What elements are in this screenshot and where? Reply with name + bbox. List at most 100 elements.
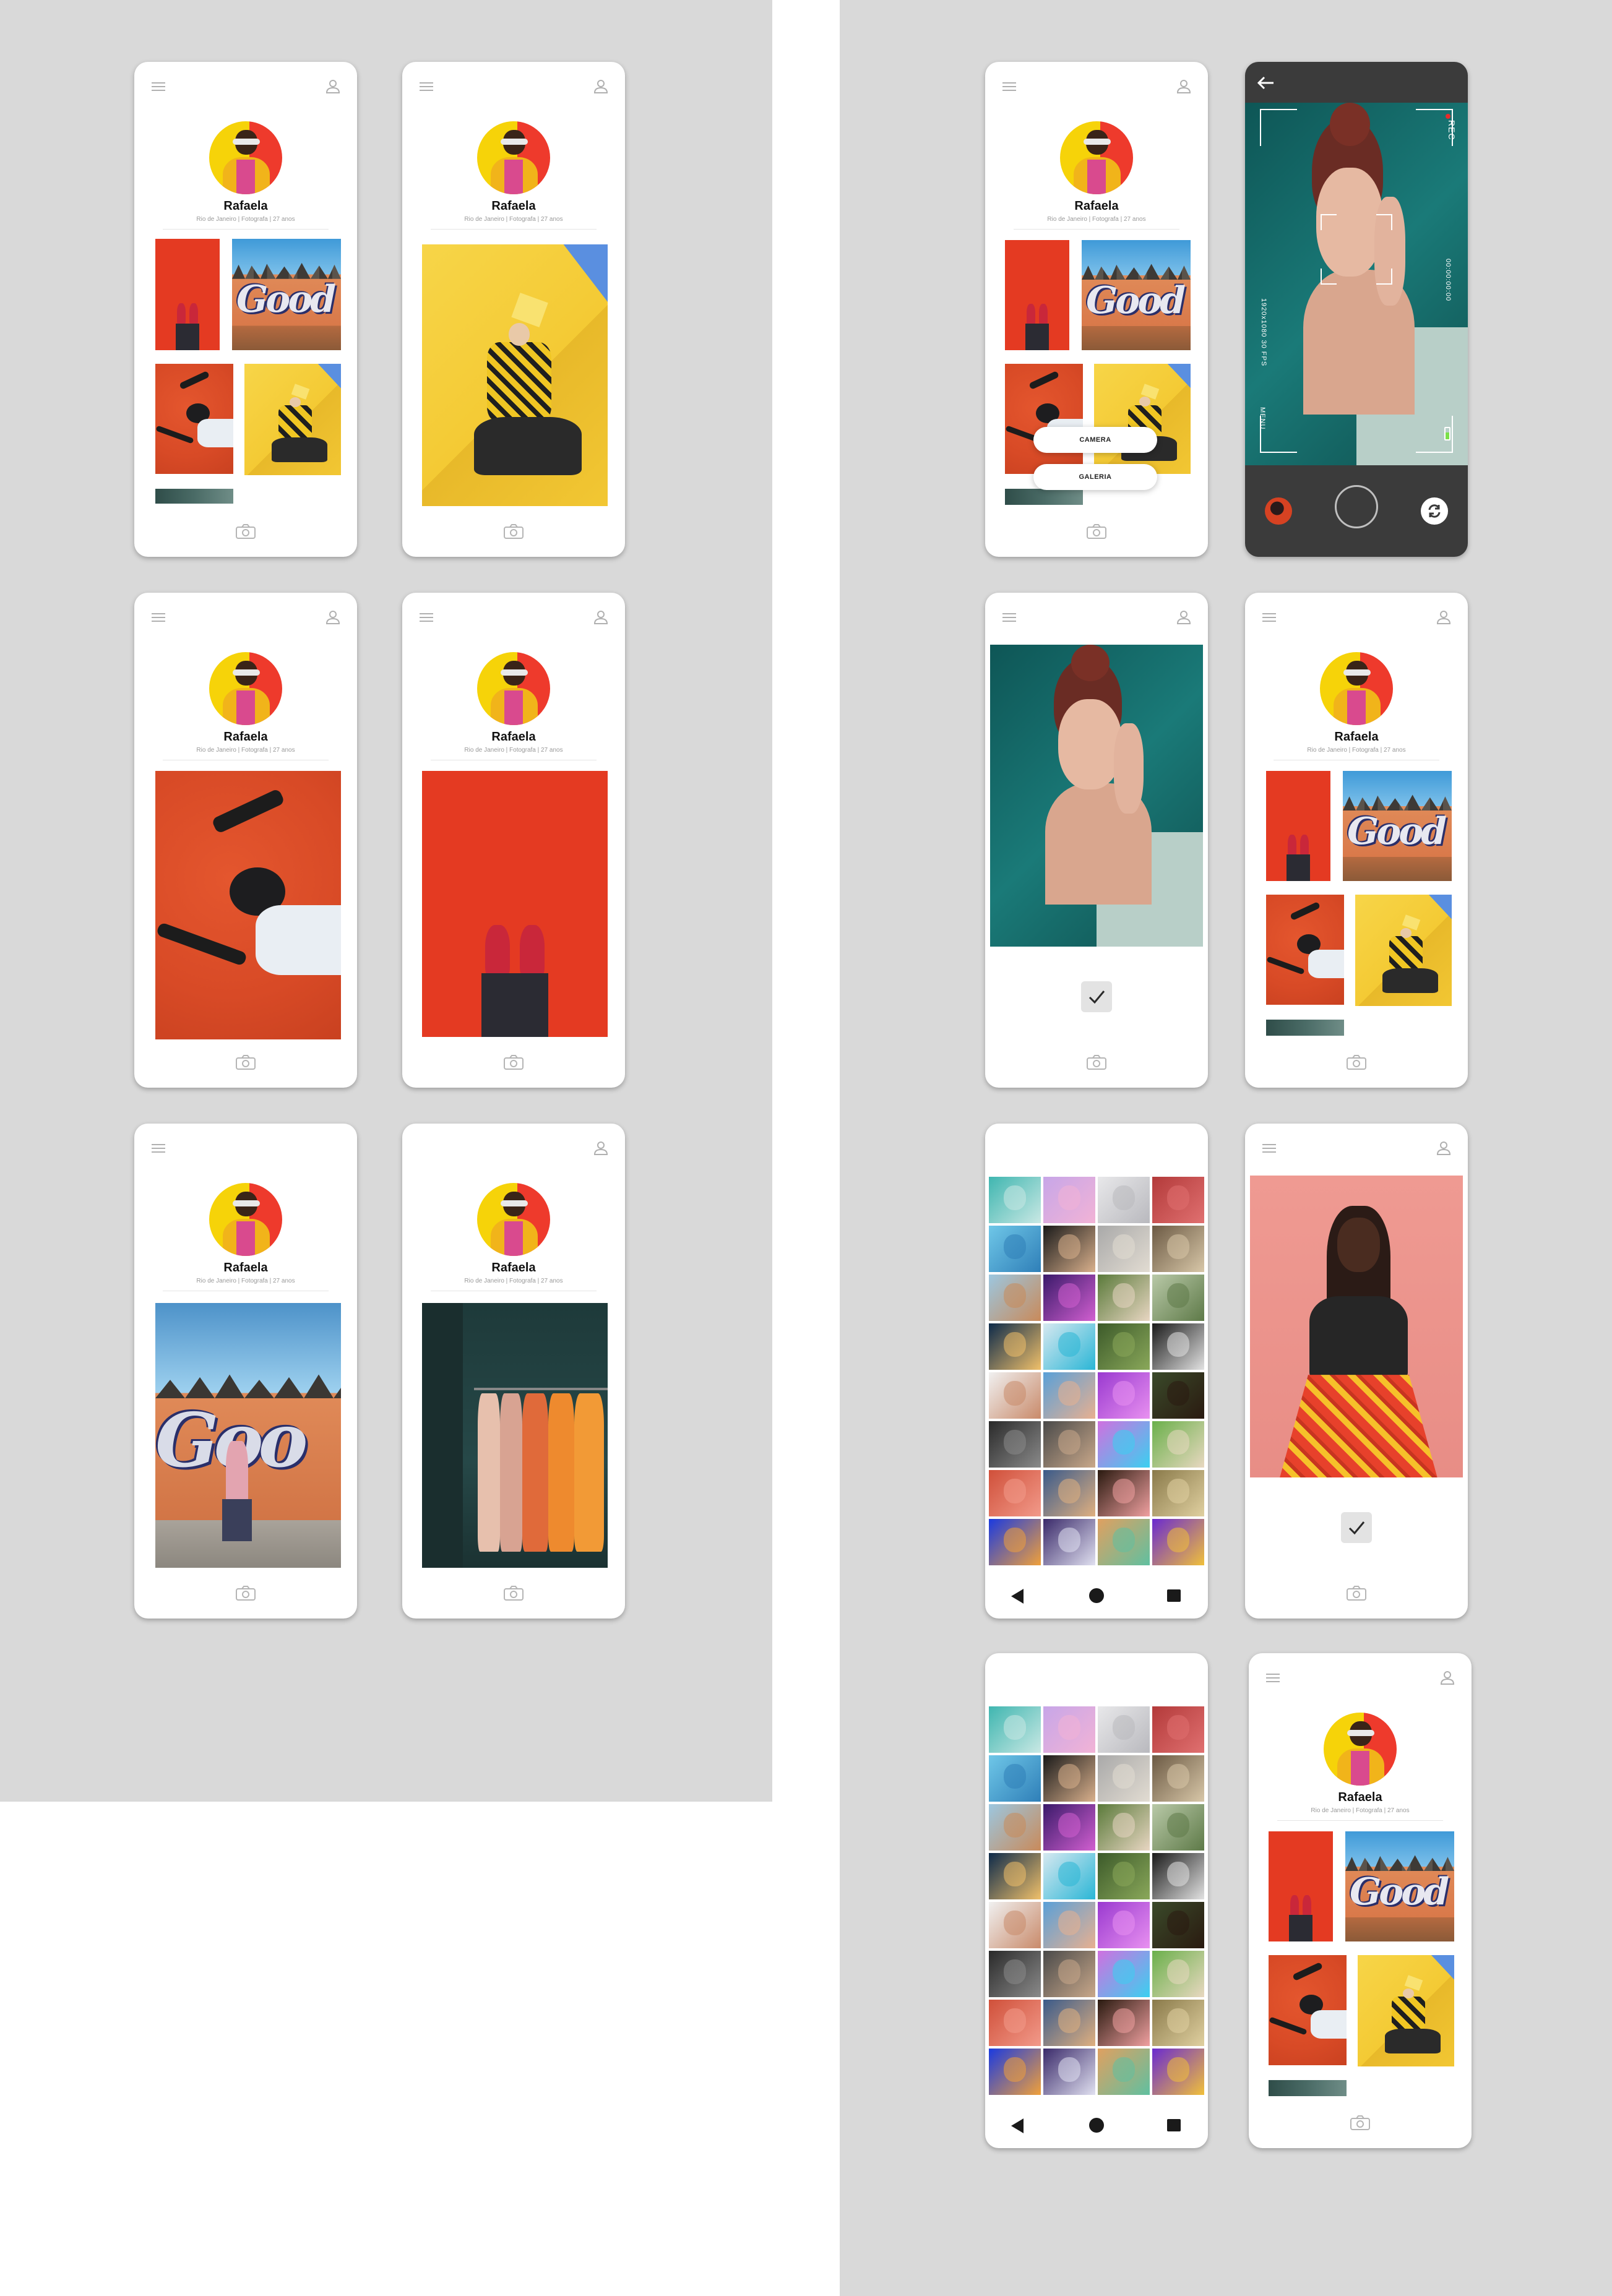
photo-red-wall-pose[interactable]	[155, 364, 233, 474]
camera-icon[interactable]	[1085, 522, 1108, 541]
photo-strip[interactable]	[1269, 2080, 1347, 2096]
gallery-thumbnail[interactable]	[1152, 1323, 1204, 1370]
gallery-thumbnail[interactable]	[1152, 1853, 1204, 1899]
gallery-thumbnail[interactable]	[989, 1706, 1041, 1753]
gallery-thumbnail[interactable]	[1265, 497, 1292, 525]
menu-icon[interactable]	[999, 609, 1020, 626]
confirm-check-button[interactable]	[1341, 1512, 1372, 1543]
gallery-thumbnail[interactable]	[1152, 1519, 1204, 1565]
camera-icon[interactable]	[1085, 1053, 1108, 1072]
gallery-thumbnail[interactable]	[989, 1372, 1041, 1419]
user-icon[interactable]	[322, 609, 343, 626]
menu-icon[interactable]	[1262, 1669, 1283, 1687]
photo-yellow-wall[interactable]	[244, 364, 341, 475]
photo-red-feet[interactable]	[1005, 240, 1069, 350]
photo-red-feet[interactable]	[1269, 1831, 1333, 1941]
gallery-thumbnail[interactable]	[1043, 1902, 1095, 1948]
gallery-thumbnail[interactable]	[989, 1421, 1041, 1468]
gallery-thumbnail[interactable]	[989, 1951, 1041, 1997]
gallery-thumbnail[interactable]	[989, 1853, 1041, 1899]
gallery-thumbnail[interactable]	[1043, 1470, 1095, 1516]
camera-icon[interactable]	[234, 1053, 257, 1072]
gallery-thumbnail[interactable]	[989, 1275, 1041, 1321]
photo-yellow-wall-full[interactable]	[422, 244, 608, 506]
gallery-thumbnail[interactable]	[989, 1519, 1041, 1565]
menu-icon[interactable]	[1259, 1140, 1280, 1157]
camera-icon[interactable]	[502, 1053, 525, 1072]
avatar[interactable]	[477, 652, 550, 725]
gallery-thumbnail[interactable]	[1098, 1323, 1150, 1370]
photo-red-feet[interactable]	[1266, 771, 1330, 881]
gallery-thumbnail[interactable]	[1152, 1902, 1204, 1948]
gallery-thumbnail[interactable]	[1152, 1372, 1204, 1419]
gallery-thumbnail[interactable]	[1152, 1470, 1204, 1516]
photo-red-wall-pose[interactable]	[1269, 1955, 1347, 2065]
shutter-button[interactable]	[1335, 485, 1378, 528]
gallery-thumbnail[interactable]	[1098, 1902, 1150, 1948]
gallery-thumbnail[interactable]	[1098, 1706, 1150, 1753]
gallery-thumbnail[interactable]	[1152, 2049, 1204, 2095]
camera-icon[interactable]	[1345, 1053, 1368, 1072]
avatar[interactable]	[477, 1183, 550, 1256]
gallery-thumbnail[interactable]	[1043, 1804, 1095, 1851]
user-icon[interactable]	[590, 1140, 611, 1157]
gallery-thumbnail[interactable]	[1098, 1804, 1150, 1851]
photo-red-wall-full[interactable]	[155, 771, 341, 1039]
camera-icon[interactable]	[234, 522, 257, 541]
nav-back-icon[interactable]	[1011, 2118, 1024, 2133]
gallery-thumbnail[interactable]	[1043, 1421, 1095, 1468]
gallery-thumbnail[interactable]	[1043, 1519, 1095, 1565]
gallery-thumbnail[interactable]	[1152, 1755, 1204, 1802]
gallery-thumbnail[interactable]	[1098, 1951, 1150, 1997]
avatar[interactable]	[209, 1183, 282, 1256]
avatar[interactable]	[209, 652, 282, 725]
gallery-thumbnail[interactable]	[1043, 1706, 1095, 1753]
camera-viewfinder[interactable]	[1245, 103, 1468, 465]
nav-back-icon[interactable]	[1011, 1589, 1024, 1604]
user-icon[interactable]	[1437, 1669, 1458, 1687]
user-icon[interactable]	[590, 609, 611, 626]
gallery-thumbnail[interactable]	[1098, 2049, 1150, 2095]
gallery-thumbnail[interactable]	[1152, 1177, 1204, 1223]
gallery-thumbnail[interactable]	[1098, 1853, 1150, 1899]
gallery-thumbnail[interactable]	[989, 1470, 1041, 1516]
confirm-check-button[interactable]	[1081, 981, 1112, 1012]
camera-icon[interactable]	[502, 1584, 525, 1602]
photo-good-graffiti[interactable]: Good	[1345, 1831, 1454, 1941]
avatar[interactable]	[477, 121, 550, 194]
avatar[interactable]	[1320, 652, 1393, 725]
gallery-thumbnail[interactable]	[1043, 1372, 1095, 1419]
gallery-thumbnail[interactable]	[1098, 1421, 1150, 1468]
user-icon[interactable]	[590, 78, 611, 95]
gallery-thumbnail[interactable]	[1152, 1275, 1204, 1321]
gallery-thumbnail[interactable]	[1098, 1372, 1150, 1419]
gallery-thumbnail[interactable]	[989, 1226, 1041, 1272]
nav-recent-icon[interactable]	[1167, 2119, 1181, 2131]
menu-icon[interactable]	[999, 78, 1020, 95]
photo-graffiti-full[interactable]: Goo	[155, 1303, 341, 1568]
gallery-thumbnail[interactable]	[1043, 1755, 1095, 1802]
menu-icon[interactable]	[416, 78, 437, 95]
gallery-thumbnail[interactable]	[1152, 1804, 1204, 1851]
gallery-thumbnail[interactable]	[1043, 2049, 1095, 2095]
menu-icon[interactable]	[1259, 609, 1280, 626]
photo-good-graffiti[interactable]: Good	[1343, 771, 1452, 881]
menu-icon[interactable]	[148, 609, 169, 626]
gallery-thumbnail[interactable]	[989, 2049, 1041, 2095]
camera-option-button[interactable]: CAMERA	[1033, 427, 1157, 453]
gallery-thumbnail[interactable]	[1152, 1226, 1204, 1272]
photo-good-graffiti[interactable]: Good	[232, 239, 341, 350]
gallery-thumbnail[interactable]	[989, 1323, 1041, 1370]
camera-icon[interactable]	[1348, 2113, 1372, 2132]
menu-icon[interactable]	[148, 78, 169, 95]
avatar[interactable]	[1060, 121, 1133, 194]
gallery-thumbnail[interactable]	[1098, 1755, 1150, 1802]
user-icon[interactable]	[1433, 1140, 1454, 1157]
gallery-thumbnail[interactable]	[989, 1804, 1041, 1851]
gallery-thumbnail[interactable]	[1152, 1951, 1204, 1997]
photo-red-wall-pose[interactable]	[1005, 364, 1083, 474]
gallery-option-button[interactable]: GALERIA	[1033, 464, 1157, 490]
gallery-thumbnail[interactable]	[1098, 1275, 1150, 1321]
gallery-thumbnail[interactable]	[1152, 1421, 1204, 1468]
camera-icon[interactable]	[1345, 1584, 1368, 1602]
